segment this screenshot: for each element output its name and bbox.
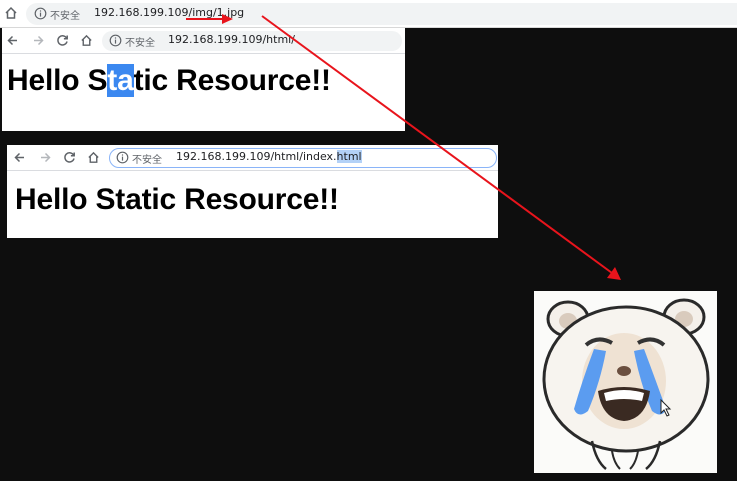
long-red-arrow (261, 15, 621, 280)
short-red-arrow (186, 14, 233, 24)
mouse-cursor-icon (660, 398, 672, 417)
annotation-overlay (186, 14, 672, 417)
